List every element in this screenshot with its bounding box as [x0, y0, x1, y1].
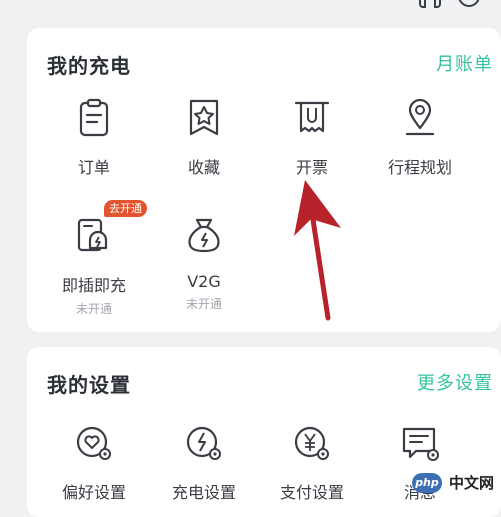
heart-gear-icon [72, 421, 116, 465]
charging-card-title: 我的充电 [47, 54, 131, 78]
tile-plug-and-charge[interactable]: 去开通 即插即充 未开通 [39, 200, 149, 317]
watermark-text: 中文网 [445, 472, 497, 493]
tile-favorites-label: 收藏 [187, 158, 220, 177]
tile-charging-settings-label: 充电设置 [171, 483, 236, 502]
money-bag-icon [182, 214, 226, 258]
tile-v2g-label: V2G [187, 272, 221, 291]
chat-icon[interactable] [457, 0, 483, 16]
plug-charge-icon: 去开通 [72, 200, 147, 258]
tile-invoice-label: 开票 [295, 158, 328, 177]
tile-preference-settings[interactable]: 偏好设置 [39, 421, 149, 503]
location-pin-icon [398, 96, 442, 140]
receipt-icon [290, 96, 334, 140]
tile-v2g[interactable]: V2G 未开通 [149, 214, 259, 312]
top-right-icons [417, 0, 483, 16]
headset-icon[interactable] [417, 0, 443, 16]
more-settings-link[interactable]: 更多设置 [417, 369, 493, 395]
tile-v2g-status: 未开通 [185, 297, 222, 311]
tile-trip-planning[interactable]: 行程规划 [365, 96, 475, 178]
tile-charging-settings[interactable]: 充电设置 [149, 421, 259, 503]
clipboard-icon [72, 96, 116, 140]
charging-card: 我的充电 月账单 订单 收藏 开票 行程规划 去开通 即插即充 未开通 V2G … [27, 28, 501, 332]
tile-payment-settings[interactable]: 支付设置 [257, 421, 367, 503]
activate-badge[interactable]: 去开通 [104, 200, 147, 217]
php-watermark: php 中文网 [411, 472, 497, 493]
settings-card-title: 我的设置 [47, 373, 131, 397]
tile-trip-planning-label: 行程规划 [387, 158, 452, 177]
php-logo: php [411, 472, 442, 493]
tile-orders[interactable]: 订单 [39, 96, 149, 178]
tile-payment-settings-label: 支付设置 [279, 483, 344, 502]
tile-plug-and-charge-status: 未开通 [75, 302, 112, 316]
message-gear-icon [398, 421, 442, 465]
monthly-bill-link[interactable]: 月账单 [436, 50, 493, 76]
tile-plug-and-charge-label: 即插即充 [61, 276, 126, 295]
tile-favorites[interactable]: 收藏 [149, 96, 259, 178]
yen-gear-icon [290, 421, 334, 465]
star-bookmark-icon [182, 96, 226, 140]
tile-invoice[interactable]: 开票 [257, 96, 367, 178]
bolt-gear-icon [182, 421, 226, 465]
tile-orders-label: 订单 [77, 158, 110, 177]
tile-preference-settings-label: 偏好设置 [61, 483, 126, 502]
